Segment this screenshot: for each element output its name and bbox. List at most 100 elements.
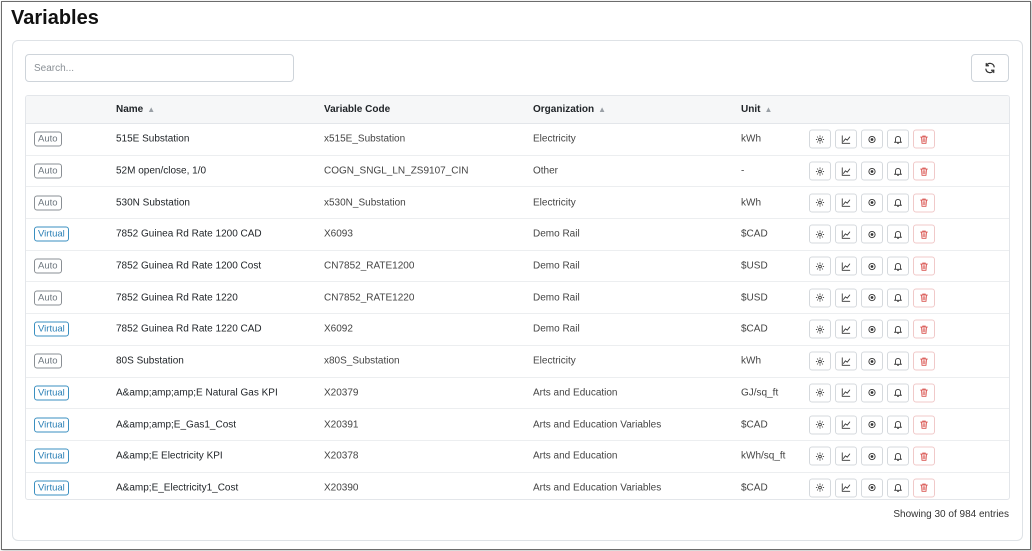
settings-button[interactable] <box>809 415 831 435</box>
alert-button[interactable] <box>887 256 909 276</box>
alert-button[interactable] <box>887 161 909 181</box>
bell-icon <box>894 452 902 461</box>
variable-organization: Demo Rail <box>533 323 580 335</box>
settings-button[interactable] <box>809 383 831 403</box>
delete-button[interactable] <box>913 129 935 149</box>
delete-button[interactable] <box>913 319 935 339</box>
delete-button[interactable] <box>913 446 935 466</box>
delete-button[interactable] <box>913 351 935 371</box>
header-unit[interactable]: Unit ▲︎ <box>741 104 772 115</box>
locate-button[interactable] <box>861 288 883 308</box>
type-badge: Virtual <box>34 385 69 401</box>
gear-icon <box>815 483 825 492</box>
variable-unit: kWh/sq_ft <box>741 450 786 462</box>
locate-button[interactable] <box>861 383 883 403</box>
chart-button[interactable] <box>835 193 857 213</box>
delete-button[interactable] <box>913 288 935 308</box>
alert-button[interactable] <box>887 129 909 149</box>
chart-button[interactable] <box>835 478 857 498</box>
alert-button[interactable] <box>887 193 909 213</box>
settings-button[interactable] <box>809 129 831 149</box>
row-actions <box>809 446 935 466</box>
settings-button[interactable] <box>809 224 831 244</box>
variable-unit: $CAD <box>741 228 768 240</box>
settings-button[interactable] <box>809 161 831 181</box>
settings-button[interactable] <box>809 319 831 339</box>
chart-button[interactable] <box>835 351 857 371</box>
trash-icon <box>920 325 928 334</box>
locate-button[interactable] <box>861 161 883 181</box>
chart-button[interactable] <box>835 224 857 244</box>
entries-count: Showing 30 of 984 entries <box>893 509 1009 520</box>
search-input[interactable] <box>25 54 294 82</box>
chart-line-icon <box>841 166 851 176</box>
settings-button[interactable] <box>809 288 831 308</box>
locate-button[interactable] <box>861 351 883 371</box>
alert-button[interactable] <box>887 288 909 308</box>
alert-button[interactable] <box>887 415 909 435</box>
chart-button[interactable] <box>835 129 857 149</box>
locate-button[interactable] <box>861 224 883 244</box>
target-icon <box>868 452 876 460</box>
bell-icon <box>894 199 902 207</box>
alert-button[interactable] <box>887 478 909 498</box>
refresh-button[interactable] <box>971 54 1009 82</box>
settings-button[interactable] <box>809 256 831 276</box>
gear-icon <box>815 420 825 429</box>
header-organization[interactable]: Organization ▲︎ <box>533 104 606 115</box>
chart-button[interactable] <box>835 415 857 435</box>
row-actions <box>809 415 935 435</box>
alert-button[interactable] <box>887 446 909 466</box>
chart-button[interactable] <box>835 256 857 276</box>
locate-button[interactable] <box>861 446 883 466</box>
variable-unit: kWh <box>741 197 761 209</box>
row-actions <box>809 256 935 276</box>
target-icon <box>868 484 876 492</box>
chart-button[interactable] <box>835 446 857 466</box>
gear-icon <box>815 135 825 144</box>
variables-table: Name ▲︎ Variable Code Organization ▲︎ Un… <box>25 95 1010 500</box>
variable-name: 515E Substation <box>116 133 190 145</box>
chart-button[interactable] <box>835 288 857 308</box>
chart-button[interactable] <box>835 383 857 403</box>
chart-button[interactable] <box>835 319 857 339</box>
locate-button[interactable] <box>861 129 883 149</box>
delete-button[interactable] <box>913 415 935 435</box>
header-name[interactable]: Name ▲︎ <box>116 104 155 115</box>
bell-icon <box>894 389 902 398</box>
type-badge: Virtual <box>34 417 69 433</box>
settings-button[interactable] <box>809 351 831 371</box>
locate-button[interactable] <box>861 478 883 498</box>
delete-button[interactable] <box>913 256 935 276</box>
variable-unit: $CAD <box>741 482 768 494</box>
type-badge: Auto <box>34 290 62 306</box>
gear-icon <box>815 293 825 302</box>
settings-button[interactable] <box>809 193 831 213</box>
locate-button[interactable] <box>861 256 883 276</box>
bell-icon <box>894 135 902 144</box>
delete-button[interactable] <box>913 383 935 403</box>
chart-line-icon <box>841 388 851 398</box>
locate-button[interactable] <box>861 319 883 339</box>
settings-button[interactable] <box>809 478 831 498</box>
chart-button[interactable] <box>835 161 857 181</box>
alert-button[interactable] <box>887 351 909 371</box>
locate-button[interactable] <box>861 193 883 213</box>
row-actions <box>809 383 935 403</box>
variable-organization: Arts and Education Variables <box>533 419 662 431</box>
bell-icon <box>894 484 902 493</box>
chart-line-icon <box>841 261 851 271</box>
delete-button[interactable] <box>913 161 935 181</box>
trash-icon <box>920 167 928 176</box>
chart-line-icon <box>841 452 851 461</box>
table-header: Name ▲︎ Variable Code Organization ▲︎ Un… <box>26 96 1009 124</box>
alert-button[interactable] <box>887 383 909 403</box>
bell-icon <box>894 325 902 334</box>
locate-button[interactable] <box>861 415 883 435</box>
settings-button[interactable] <box>809 446 831 466</box>
delete-button[interactable] <box>913 478 935 498</box>
delete-button[interactable] <box>913 193 935 213</box>
alert-button[interactable] <box>887 224 909 244</box>
alert-button[interactable] <box>887 319 909 339</box>
delete-button[interactable] <box>913 224 935 244</box>
